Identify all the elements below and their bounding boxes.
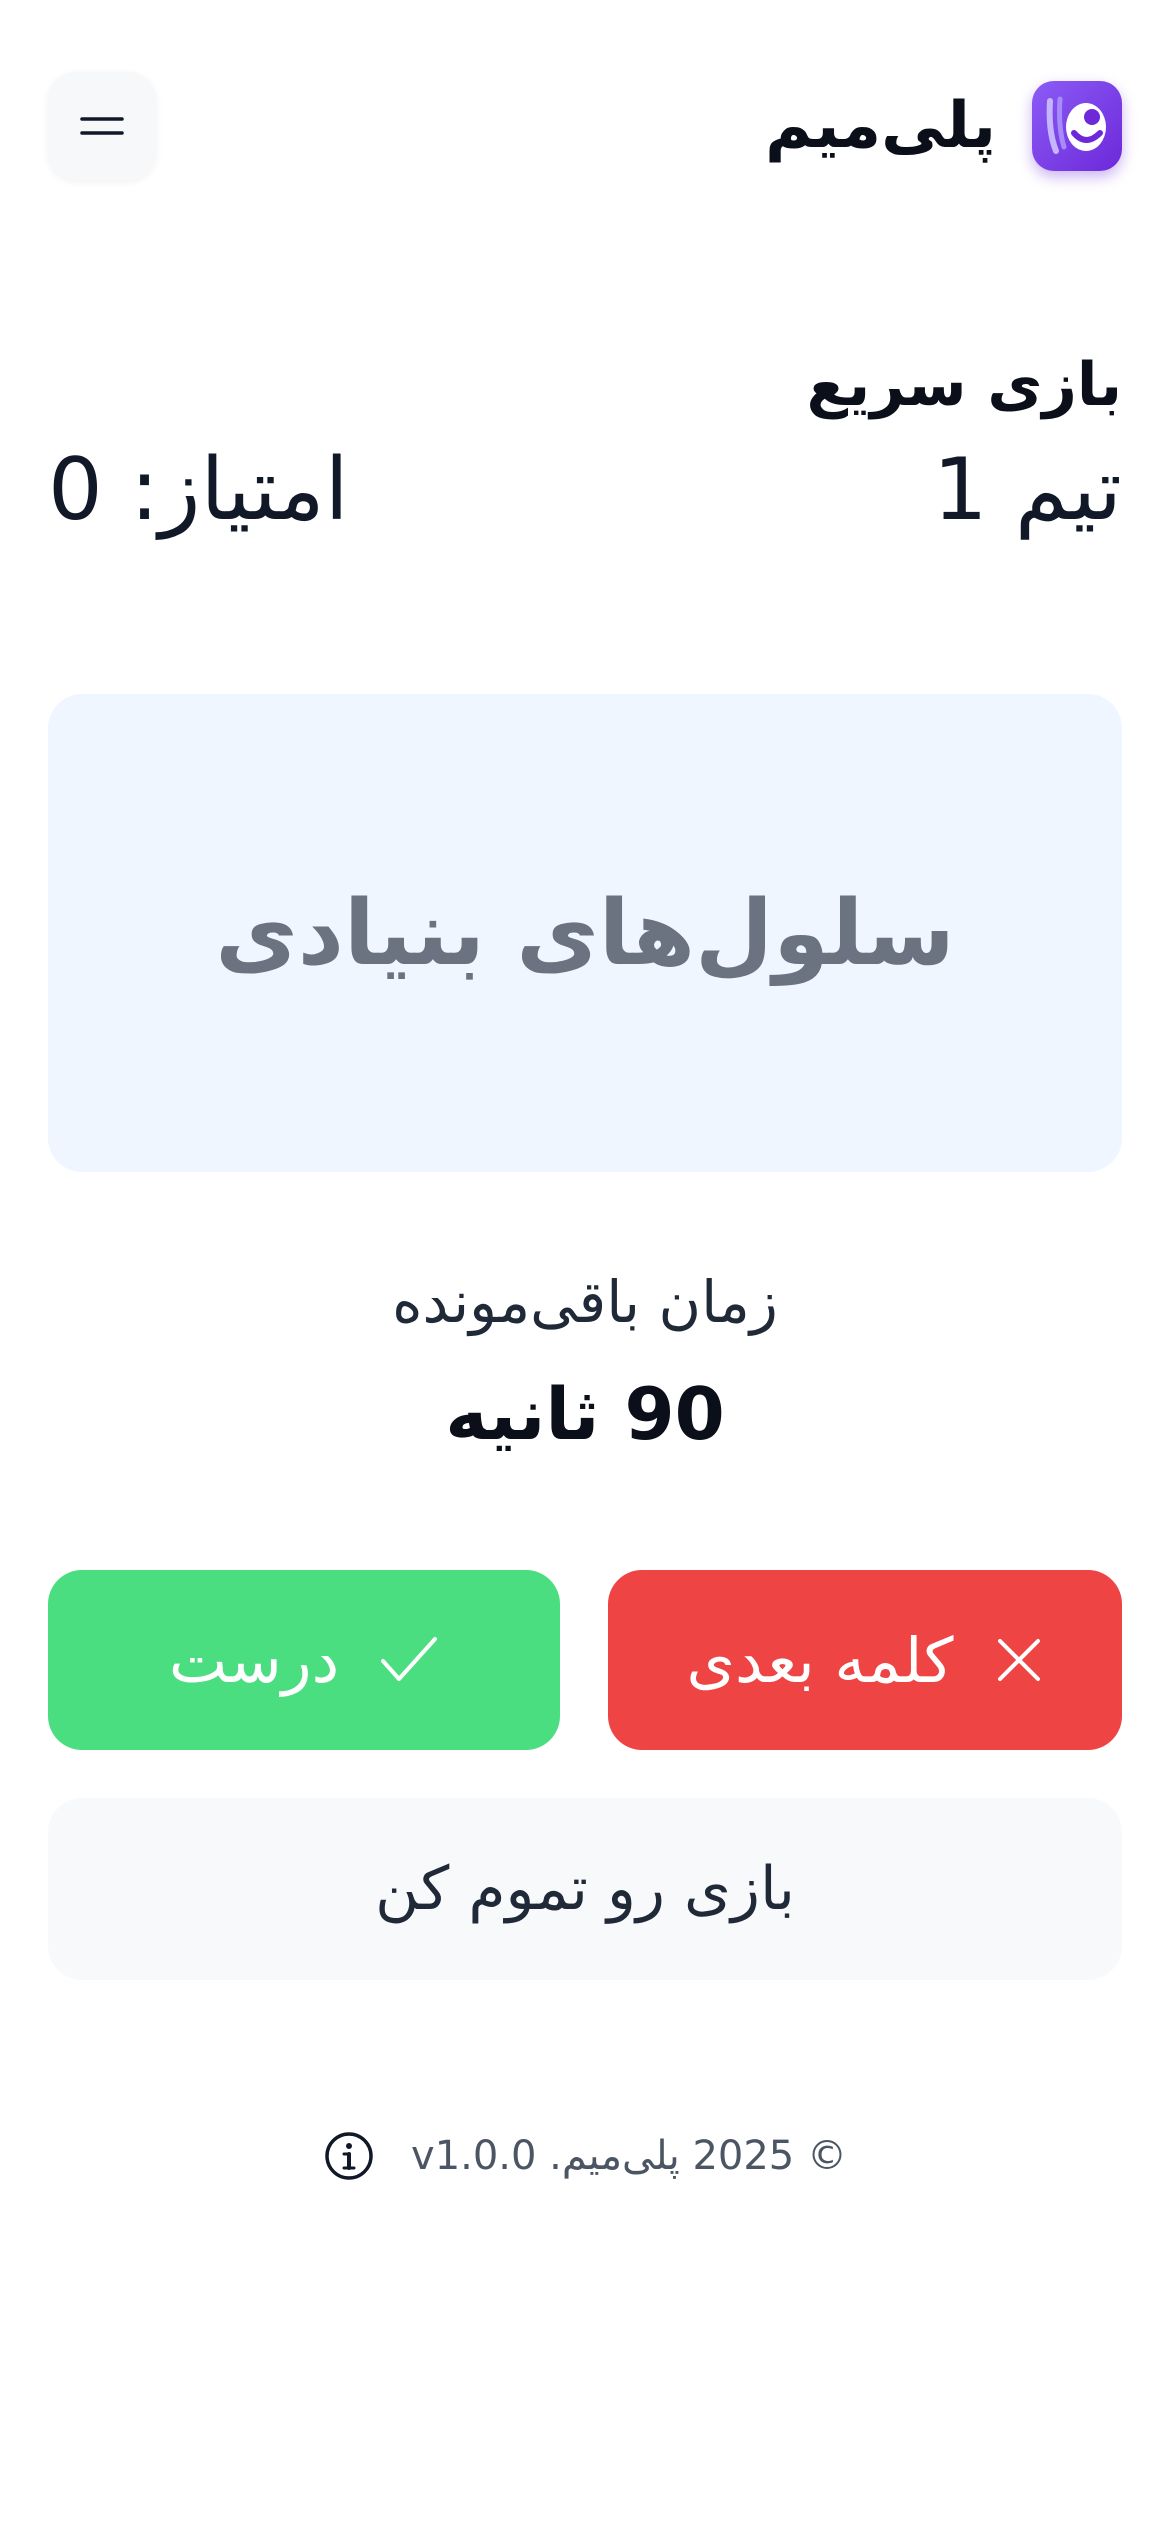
end-game-label: بازی رو تموم کن <box>375 1854 795 1924</box>
app-name: پلی‌میم <box>765 89 996 163</box>
end-game-button[interactable]: بازی رو تموم کن <box>48 1798 1122 1980</box>
footer: © 2025 پلی‌میم. v1.0.0 <box>0 2130 1170 2182</box>
current-word: سلول‌های بنیادی <box>215 880 955 986</box>
brand[interactable]: پلی‌میم <box>765 78 1122 174</box>
timer-value: 90 ثانیه <box>445 1372 725 1456</box>
info-icon[interactable] <box>323 2130 375 2182</box>
timer-label: زمان باقی‌مونده <box>392 1268 778 1336</box>
word-card: سلول‌های بنیادی <box>48 694 1122 1172</box>
menu-button[interactable] <box>48 72 156 180</box>
close-icon <box>997 1639 1040 1681</box>
correct-label: درست <box>168 1623 340 1697</box>
score-text: امتیاز: 0 <box>48 440 349 540</box>
hamburger-icon <box>80 117 124 135</box>
next-word-label: کلمه بعدی <box>686 1623 954 1697</box>
app-logo-icon <box>1032 81 1122 171</box>
next-word-button[interactable]: کلمه بعدی <box>608 1570 1122 1750</box>
correct-button[interactable]: درست <box>48 1570 560 1750</box>
footer-copyright: © 2025 پلی‌میم. v1.0.0 <box>411 2133 847 2179</box>
check-icon <box>381 1637 438 1681</box>
game-mode-title: بازی سریع <box>806 350 1122 420</box>
team-name: تیم 1 <box>932 440 1122 540</box>
